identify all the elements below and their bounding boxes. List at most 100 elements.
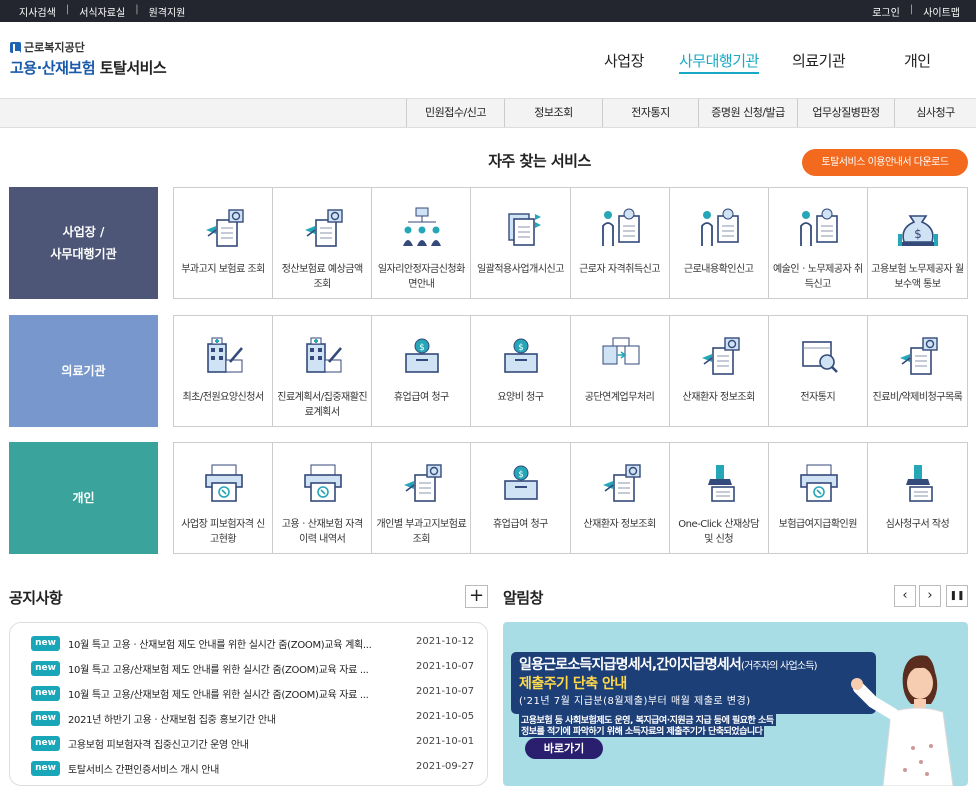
pause-button[interactable]: ❚❚ — [946, 585, 968, 607]
coin-box-icon: $ — [405, 338, 440, 373]
new-badge: new — [31, 711, 60, 726]
stamp-icon — [707, 465, 735, 502]
notice-item[interactable]: new 10월 특고 고용/산재보험 제도 안내를 위한 실시간 줌(ZOOM)교… — [10, 681, 487, 706]
service-tile[interactable]: 최초/전원요양신청서 — [174, 316, 274, 426]
notice-item[interactable]: new 고용보험 피보험자격 집중신고기간 운영 안내 2021-10-01 — [10, 731, 487, 756]
banner-headline-small: (거주자의 사업소득) — [740, 661, 818, 672]
category-label: 의료기관 — [9, 315, 158, 427]
service-tile[interactable]: 정산보험료 예상금액 조회 — [273, 188, 373, 298]
subnav-disease-judgment[interactable]: 업무상질병판정 — [797, 99, 894, 127]
service-tile-label: 사업장 피보험자격 신고현황 — [181, 519, 265, 545]
service-tile-label: 산재환자 정보조회 — [583, 519, 656, 530]
service-tile-label: 근로자 자격취득신고 — [579, 264, 661, 275]
transfer-icon — [602, 337, 639, 365]
service-tile[interactable]: 고용ㆍ산재보험 자격 이력 내역서 — [273, 443, 373, 553]
service-tile-label: 일괄적용사업개시신고 — [476, 264, 565, 275]
box-search-icon — [801, 341, 838, 373]
forms-library-link[interactable]: 서식자료실 — [79, 4, 125, 19]
login-link[interactable]: 로그인 — [872, 4, 900, 19]
service-tile[interactable]: 부과고지 보험료 조회 — [174, 188, 274, 298]
nav-medical[interactable]: 의료기관 — [792, 50, 846, 71]
notice-item-title[interactable]: 고용보험 피보험자격 집중신고기간 운영 안내 — [68, 736, 398, 751]
document-search-icon — [701, 337, 740, 375]
banner-headline: 일용근로소득지급명세서,간이지급명세서(거주자의 사업소득) — [519, 654, 818, 674]
separator: | — [135, 4, 139, 15]
service-tile[interactable]: $ 휴업급여 청구 — [471, 443, 571, 553]
service-tile-label: 공단연계업무처리 — [584, 392, 655, 403]
person-document-icon — [700, 208, 739, 246]
alarm-banner[interactable]: 일용근로소득지급명세서,간이지급명세서(거주자의 사업소득) 제출주기 단축 안… — [503, 622, 968, 786]
top-utility-bar: 지사검색 | 서식자료실 | 원격지원 로그인 | 사이트맵 — [0, 0, 976, 22]
documents-icon — [508, 213, 542, 246]
notice-item-date: 2021-10-05 — [416, 711, 475, 722]
branch-search-link[interactable]: 지사검색 — [19, 4, 56, 19]
service-tile[interactable]: One-Click 산재상담 및 신청 — [670, 443, 769, 553]
hospital-pen-icon — [207, 337, 243, 373]
notice-more-button[interactable]: + — [465, 585, 488, 608]
notice-item-title[interactable]: 10월 특고 고용/산재보험 제도 안내를 위한 실시간 줌(ZOOM)교육 자… — [68, 686, 398, 701]
service-tile-label: 휴업급여 청구 — [393, 392, 449, 403]
nav-agency[interactable]: 사무대행기관 — [679, 50, 759, 74]
new-badge: new — [31, 636, 60, 651]
svg-text:$: $ — [519, 470, 525, 480]
nav-individual[interactable]: 개인 — [904, 50, 931, 71]
banner-subhead: 제출주기 단축 안내 — [519, 676, 627, 692]
subnav-review-request[interactable]: 심사청구 — [894, 99, 976, 127]
notice-item-title[interactable]: 10월 특고 고용ㆍ산재보험 제도 안내를 위한 실시간 줌(ZOOM)교육 계… — [68, 636, 398, 651]
service-tile[interactable]: $ 요양비 청구 — [471, 316, 571, 426]
hospital-pen-icon — [306, 337, 343, 373]
service-tile[interactable]: 산재환자 정보조회 — [571, 443, 670, 553]
service-tile[interactable]: 사업장 피보험자격 신고현황 — [174, 443, 274, 553]
service-tile-label: 일자리안정자금신청화면안내 — [377, 264, 466, 290]
prev-button[interactable]: ‹ — [894, 585, 916, 607]
banner-headline-main: 일용근로소득지급명세서,간이지급명세서 — [519, 657, 742, 673]
service-grid: 사업장 피보험자격 신고현황 고용ㆍ산재보험 자격 이력 내역서 개인별 부과고지보… — [173, 442, 968, 554]
service-tile[interactable]: 보험급여지급확인원 — [769, 443, 868, 553]
notice-item[interactable]: new 2021년 하반기 고용ㆍ산재보험 집중 홍보기간 안내 2021-10-0… — [10, 706, 487, 731]
new-badge: new — [31, 661, 60, 676]
svg-text:$: $ — [419, 343, 425, 353]
sitemap-link[interactable]: 사이트맵 — [923, 4, 960, 19]
subnav-certificate[interactable]: 증명원 신청/발급 — [698, 99, 797, 127]
service-tile[interactable]: 진료계획서/집중재활진료계획서 — [273, 316, 373, 426]
notice-item-title[interactable]: 10월 특고 고용/산재보험 제도 안내를 위한 실시간 줌(ZOOM)교육 자… — [68, 661, 398, 676]
service-tile[interactable]: 공단연계업무처리 — [571, 316, 670, 426]
service-tile[interactable]: $ 고용보험 노무제공자 월보수액 통보 — [868, 188, 967, 298]
service-tile[interactable]: $ 휴업급여 청구 — [372, 316, 472, 426]
subnav-civil-application[interactable]: 민원접수/신고 — [406, 99, 504, 127]
printer-icon — [205, 464, 243, 502]
service-tile[interactable]: 전자통지 — [769, 316, 868, 426]
service-tile-label: 산재환자 정보조회 — [682, 392, 756, 403]
service-tile-label: 진료비/약제비청구목록 — [872, 392, 963, 403]
service-tile-label: 부과고지 보험료 조회 — [181, 264, 265, 275]
service-tile[interactable]: 일괄적용사업개시신고 — [471, 188, 571, 298]
subnav-info-inquiry[interactable]: 정보조회 — [504, 99, 602, 127]
subnav-e-notice[interactable]: 전자통지 — [602, 99, 698, 127]
next-button[interactable]: › — [919, 585, 941, 607]
notice-item[interactable]: new 10월 특고 고용/산재보험 제도 안내를 위한 실시간 줌(ZOOM)교… — [10, 656, 487, 681]
service-tile-label: 전자통지 — [800, 392, 836, 403]
guide-download-button[interactable]: 토탈서비스 이용안내서 다운로드 — [802, 149, 968, 176]
new-badge: new — [31, 761, 60, 776]
service-tile-label: 요양비 청구 — [497, 392, 544, 403]
remote-support-link[interactable]: 원격지원 — [149, 4, 186, 19]
notice-item-title[interactable]: 토탈서비스 간편인증서비스 개시 안내 — [68, 761, 398, 776]
service-tile[interactable]: 근로자 자격취득신고 — [571, 188, 670, 298]
service-tile[interactable]: 근로내용확인신고 — [670, 188, 769, 298]
notice-item-title[interactable]: 2021년 하반기 고용ㆍ산재보험 집중 홍보기간 안내 — [68, 711, 398, 726]
notice-item[interactable]: new 10월 특고 고용ㆍ산재보험 제도 안내를 위한 실시간 줌(ZOOM)교… — [10, 631, 487, 656]
service-tile[interactable]: 개인별 부과고지보험료 조회 — [372, 443, 472, 553]
person-document-icon — [601, 208, 640, 246]
service-tile[interactable]: 산재환자 정보조회 — [670, 316, 769, 426]
service-tile[interactable]: 심사청구서 작성 — [868, 443, 967, 553]
separator: | — [909, 4, 914, 15]
service-tile[interactable]: 예술인ㆍ노무제공자 취득신고 — [769, 188, 868, 298]
banner-go-button[interactable]: 바로가기 — [525, 738, 603, 759]
stamp-icon — [905, 465, 933, 502]
nav-workplace[interactable]: 사업장 — [604, 50, 644, 71]
service-tile[interactable]: 일자리안정자금신청화면안내 — [372, 188, 472, 298]
service-grid: 최초/전원요양신청서 진료계획서/집중재활진료계획서 $ 휴업급여 청구 $ 요양비 청구… — [173, 315, 968, 427]
service-tile[interactable]: 진료비/약제비청구목록 — [868, 316, 967, 426]
document-search-icon — [206, 209, 244, 247]
notice-item[interactable]: new 토탈서비스 간편인증서비스 개시 안내 2021-09-27 — [10, 756, 487, 781]
